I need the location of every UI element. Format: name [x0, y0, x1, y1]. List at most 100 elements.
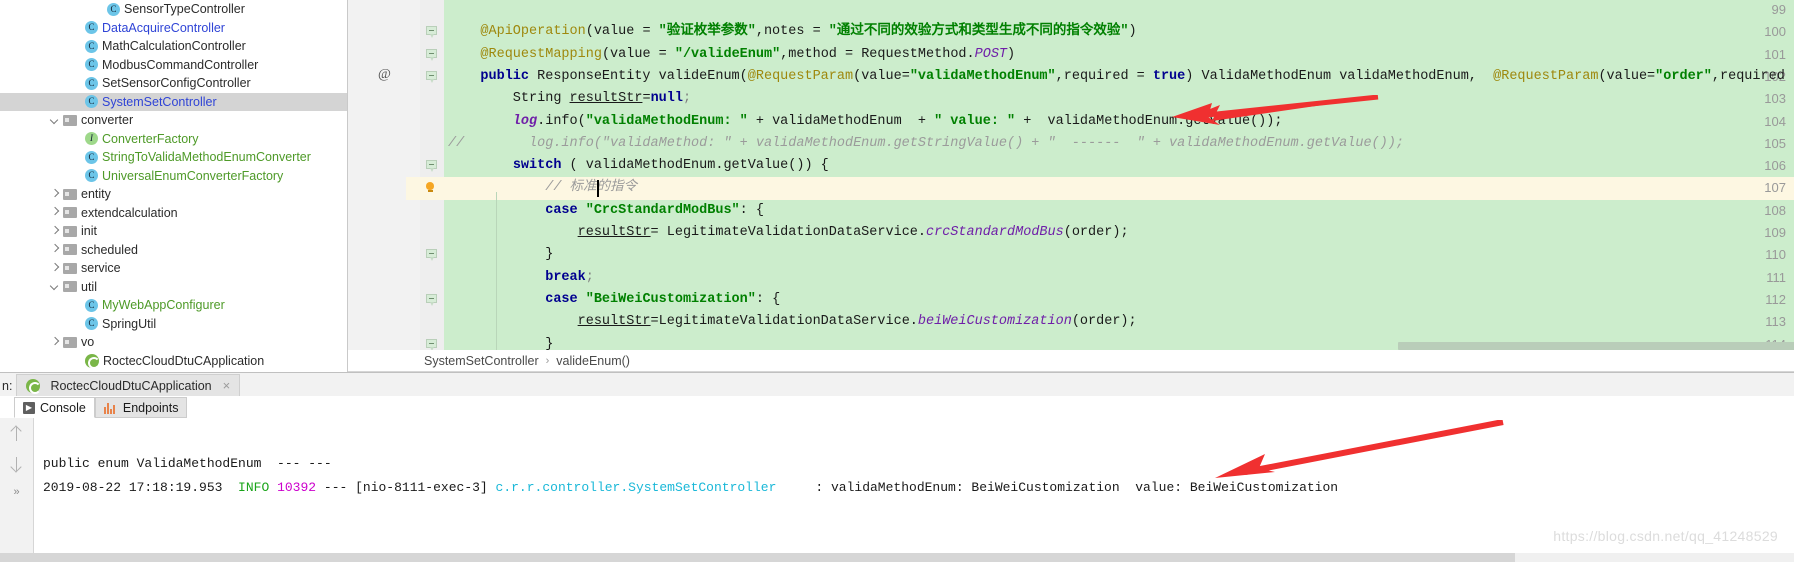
run-window-label: n:: [2, 379, 13, 393]
tree-item-entity[interactable]: entity: [0, 185, 347, 204]
tree-item-label: SensorTypeController: [124, 2, 245, 17]
tab-endpoints[interactable]: Endpoints: [94, 397, 188, 418]
code-line-106[interactable]: switch ( validaMethodEnum.getValue()) {: [448, 155, 1794, 177]
indent-guide: [496, 256, 497, 318]
tree-item-init[interactable]: init: [0, 222, 347, 241]
lightbulb-icon[interactable]: [424, 182, 436, 194]
scrollbar-thumb[interactable]: [0, 553, 1515, 562]
more-icon[interactable]: »: [13, 486, 19, 498]
breadcrumb-separator-icon: ›: [545, 354, 550, 367]
breadcrumb-method[interactable]: valideEnum(): [556, 354, 630, 368]
chevron-down-icon[interactable]: [50, 281, 61, 292]
indent-guide: [496, 322, 497, 348]
tree-item-springutil[interactable]: C SpringUtil: [0, 315, 347, 334]
fold-toggle-icon[interactable]: [426, 70, 437, 83]
endpoints-icon: [103, 402, 118, 414]
class-icon: C: [85, 39, 98, 53]
tab-console[interactable]: ▶ Console: [14, 397, 95, 418]
code-editor[interactable]: 99 100 @ApiOperation(value = "验证枚举参数",not…: [348, 0, 1794, 350]
tree-item-modbuscommandcontroller[interactable]: C ModbusCommandController: [0, 56, 347, 75]
code-line-108[interactable]: case "CrcStandardModBus": {: [448, 200, 1794, 222]
console-horizontal-scrollbar[interactable]: [0, 553, 1794, 562]
tree-item-converterfactory[interactable]: I ConverterFactory: [0, 130, 347, 149]
fold-toggle-icon[interactable]: [426, 48, 437, 61]
breadcrumb[interactable]: SystemSetController › valideEnum(): [348, 350, 1794, 372]
chevron-right-icon[interactable]: [50, 189, 61, 200]
tree-item-vo[interactable]: vo: [0, 333, 347, 352]
class-icon: C: [85, 150, 98, 164]
tree-item-label: util: [81, 279, 97, 294]
class-icon: C: [85, 169, 98, 183]
code-line-107[interactable]: // 标准的指令: [448, 177, 1794, 199]
code-line-101[interactable]: @RequestMapping(value = "/valideEnum",me…: [448, 44, 1794, 66]
chevron-right-icon[interactable]: [50, 207, 61, 218]
log-segment: INFO: [238, 480, 270, 495]
tree-item-scheduled[interactable]: scheduled: [0, 241, 347, 260]
tree-item-label: init: [81, 224, 97, 239]
tree-item-stringtovalidamethodenumconverter[interactable]: C StringToValidaMethodEnumConverter: [0, 148, 347, 167]
tree-item-roctecclouddtucapplication[interactable]: RoctecCloudDtuCApplication: [0, 352, 347, 371]
code-line-112[interactable]: case "BeiWeiCustomization": {: [448, 289, 1794, 311]
tree-item-universalenumconverterfactory[interactable]: C UniversalEnumConverterFactory: [0, 167, 347, 186]
scroll-up-icon[interactable]: [10, 426, 24, 442]
fold-toggle-icon[interactable]: [426, 26, 437, 39]
run-tab-application[interactable]: RoctecCloudDtuCApplication ×: [16, 374, 241, 396]
code-line-99[interactable]: [448, 0, 1794, 21]
console-output[interactable]: public enum ValidaMethodEnum --- --- 2019…: [35, 418, 1794, 562]
tree-item-setsensorconfigcontroller[interactable]: C SetSensorConfigController: [0, 74, 347, 93]
code-line-110[interactable]: }: [448, 244, 1794, 266]
tree-item-service[interactable]: service: [0, 259, 347, 278]
tree-item-mathcalculationcontroller[interactable]: C MathCalculationController: [0, 37, 347, 56]
tree-item-converter[interactable]: converter: [0, 111, 347, 130]
project-tree-panel[interactable]: C SensorTypeController C DataAcquireControl…: [0, 0, 348, 372]
editor-horizontal-scrollbar[interactable]: [1398, 342, 1794, 350]
tree-item-util[interactable]: util: [0, 278, 347, 297]
tree-item-mywebappconfigurer[interactable]: C MyWebAppConfigurer: [0, 296, 347, 315]
tree-item-label: vo: [81, 335, 95, 350]
spring-boot-icon: [85, 353, 100, 369]
tree-item-label: SetSensorConfigController: [102, 76, 251, 91]
chevron-right-icon[interactable]: [50, 226, 61, 237]
code-line-113[interactable]: resultStr=LegitimateValidationDataServic…: [448, 311, 1794, 333]
fold-toggle-icon[interactable]: [426, 249, 437, 262]
tree-item-sensortypecontroller[interactable]: C SensorTypeController: [0, 0, 347, 19]
tree-item-systemsetcontroller[interactable]: C SystemSetController: [0, 92, 347, 111]
tree-item-extendcalculation[interactable]: extendcalculation: [0, 204, 347, 223]
play-icon: ▶: [23, 401, 35, 414]
breadcrumb-class[interactable]: SystemSetController: [424, 354, 539, 368]
folder-icon: [63, 207, 77, 219]
run-subtabs: ▶ Console Endpoints: [14, 396, 188, 418]
log-segment: --- [nio-8111-exec-3]: [316, 480, 496, 495]
scroll-down-icon[interactable]: [10, 456, 24, 472]
code-line-100[interactable]: @ApiOperation(value = "验证枚举参数",notes = "…: [448, 21, 1794, 43]
tree-item-dataacquirecontroller[interactable]: C DataAcquireController: [0, 19, 347, 38]
folder-icon: [63, 114, 77, 126]
code-line-103[interactable]: String resultStr=null;: [448, 88, 1794, 110]
run-tab-label: RoctecCloudDtuCApplication: [50, 378, 212, 393]
chevron-right-icon[interactable]: [50, 263, 61, 274]
code-line-104[interactable]: log.info("validaMethodEnum: " + validaMe…: [448, 111, 1794, 133]
chevron-down-icon[interactable]: [50, 115, 61, 126]
code-line-105[interactable]: // log.info("validaMethod: " + validaMet…: [448, 133, 1794, 155]
fold-toggle-icon[interactable]: [426, 338, 437, 350]
chevron-right-icon[interactable]: [50, 337, 61, 348]
chevron-right-icon[interactable]: [50, 244, 61, 255]
tree-item-label: MathCalculationController: [102, 39, 246, 54]
fold-toggle-icon[interactable]: [426, 293, 437, 306]
text-caret: [597, 180, 599, 198]
class-icon: C: [85, 317, 98, 331]
close-icon[interactable]: ×: [223, 378, 231, 393]
line-number-gutter: [348, 0, 406, 350]
tree-item-label: StringToValidaMethodEnumConverter: [102, 150, 311, 165]
code-line-102[interactable]: public ResponseEntity valideEnum(@Reques…: [448, 66, 1794, 88]
annotation-marker-icon[interactable]: @: [378, 67, 391, 83]
code-line-111[interactable]: break;: [448, 267, 1794, 289]
fold-toggle-icon[interactable]: [426, 160, 437, 173]
annotation-gutter[interactable]: [406, 0, 420, 350]
code-line-109[interactable]: resultStr= LegitimateValidationDataServi…: [448, 222, 1794, 244]
